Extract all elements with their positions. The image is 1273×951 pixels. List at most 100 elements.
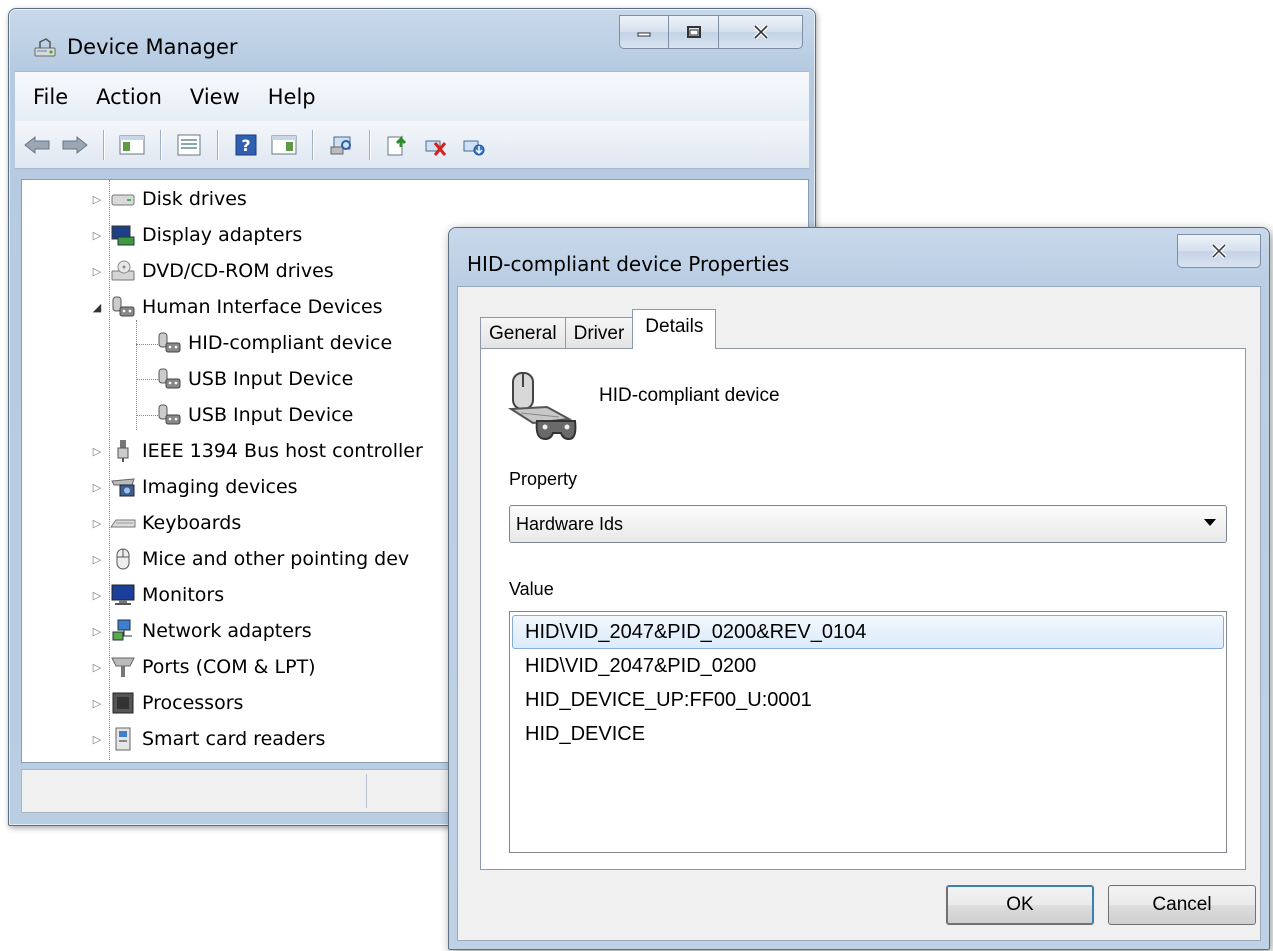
dvd-drive-icon — [111, 260, 135, 281]
toolbar-separator — [369, 129, 370, 160]
menu-file[interactable]: File — [19, 85, 82, 109]
dropdown-arrow-icon[interactable] — [1204, 519, 1216, 526]
tree-item-label: USB Input Device — [188, 404, 354, 426]
title-bar[interactable]: Device Manager — [9, 9, 815, 69]
toolbar-separator — [312, 129, 313, 160]
cancel-button[interactable]: Cancel — [1108, 885, 1256, 925]
close-icon — [753, 24, 768, 40]
hid-icon — [158, 332, 181, 353]
port-icon — [111, 657, 135, 677]
tree-item-disk-drives[interactable]: ▷ Disk drives — [90, 182, 247, 216]
tab-general[interactable]: General — [480, 317, 566, 349]
expand-arrow-icon[interactable]: ▷ — [90, 696, 104, 710]
uninstall-button[interactable] — [420, 129, 452, 161]
tree-item-label: Monitors — [142, 584, 225, 606]
tree-item-label: Smart card readers — [142, 728, 326, 750]
scan-hardware-button[interactable] — [325, 129, 357, 161]
tree-item-monitors[interactable]: ▷ Monitors — [90, 578, 224, 612]
back-icon — [24, 135, 50, 154]
expand-arrow-icon[interactable]: ▷ — [90, 228, 104, 242]
properties-icon — [177, 134, 201, 155]
tree-item-dvd-cd-rom-drives[interactable]: ▷ DVD/CD-ROM drives — [90, 254, 334, 288]
toolbar-separator — [217, 129, 218, 160]
enable-device-button[interactable] — [458, 129, 490, 161]
window-title: Device Manager — [67, 35, 238, 59]
processor-icon — [112, 692, 134, 714]
menu-help[interactable]: Help — [254, 85, 330, 109]
tree-item-usb-input-device[interactable]: USB Input Device — [156, 398, 353, 432]
property-dropdown[interactable]: Hardware Ids — [509, 505, 1227, 543]
svg-text:?: ? — [241, 136, 250, 155]
tree-item-mice-and-other-pointing-devices[interactable]: ▷ Mice and other pointing dev — [90, 542, 409, 576]
value-label: Value — [509, 579, 554, 599]
scan-hardware-icon — [330, 136, 351, 154]
ok-button[interactable]: OK — [946, 885, 1094, 925]
help-button[interactable]: ? — [230, 129, 262, 161]
tree-item-label: DVD/CD-ROM drives — [142, 260, 334, 282]
expand-arrow-icon[interactable]: ▷ — [90, 264, 104, 278]
show-hide-action-pane-icon — [271, 135, 297, 154]
value-list-item[interactable]: HID\VID_2047&PID_0200 — [512, 649, 1224, 683]
tree-item-label: HID-compliant device — [188, 332, 393, 354]
back-button[interactable] — [21, 129, 53, 161]
tree-item-label: Network adapters — [142, 620, 312, 642]
collapse-arrow-icon[interactable]: ◢ — [90, 300, 104, 314]
close-button[interactable] — [719, 15, 803, 49]
forward-button[interactable] — [59, 129, 91, 161]
menu-view[interactable]: View — [176, 85, 254, 109]
device-manager-app-icon — [34, 38, 56, 57]
dialog-close-button[interactable] — [1177, 234, 1261, 268]
tree-item-ieee-1394-bus-host-controllers[interactable]: ▷ IEEE 1394 Bus host controller — [90, 434, 423, 468]
expand-arrow-icon[interactable]: ▷ — [90, 516, 104, 530]
value-list-item[interactable]: HID\VID_2047&PID_0200&REV_0104 — [512, 615, 1224, 649]
hid-icon — [112, 296, 135, 317]
tree-item-display-adapters[interactable]: ▷ Display adapters — [90, 218, 303, 252]
uninstall-icon — [425, 140, 447, 156]
minimize-button[interactable] — [619, 15, 669, 49]
value-list-item[interactable]: HID_DEVICE_UP:FF00_U:0001 — [512, 683, 1224, 717]
update-driver-button[interactable] — [382, 129, 414, 161]
expand-arrow-icon[interactable]: ▷ — [90, 480, 104, 494]
tree-item-ports-com-lpt[interactable]: ▷ Ports (COM & LPT) — [90, 650, 316, 684]
maximize-button[interactable] — [669, 15, 719, 49]
expand-arrow-icon[interactable]: ▷ — [90, 444, 104, 458]
tree-item-label: Disk drives — [142, 188, 247, 210]
expand-arrow-icon[interactable]: ▷ — [90, 552, 104, 566]
tree-item-hid-compliant-device[interactable]: HID-compliant device — [156, 326, 392, 360]
tree-item-usb-input-device[interactable]: USB Input Device — [156, 362, 353, 396]
show-hide-console-tree-button[interactable] — [116, 129, 148, 161]
help-icon: ? — [235, 134, 257, 155]
dialog-body: General Driver Details HID-compliant dev… — [457, 286, 1261, 941]
expand-arrow-icon[interactable]: ▷ — [90, 624, 104, 638]
tree-item-human-interface-devices[interactable]: ◢ Human Interface Devices — [90, 290, 383, 324]
tab-details[interactable]: Details — [632, 309, 717, 349]
tab-driver[interactable]: Driver — [564, 317, 634, 349]
toolbar: ? — [15, 121, 809, 169]
expand-arrow-icon[interactable]: ▷ — [90, 660, 104, 674]
show-hide-action-pane-button[interactable] — [268, 129, 300, 161]
expand-arrow-icon[interactable]: ▷ — [90, 192, 104, 206]
forward-icon — [62, 135, 88, 154]
value-list[interactable]: HID\VID_2047&PID_0200&REV_0104 HID\VID_2… — [509, 611, 1227, 853]
tree-item-smart-card-readers[interactable]: ▷ Smart card readers — [90, 722, 325, 756]
menu-action[interactable]: Action — [82, 85, 176, 109]
toolbar-separator — [103, 129, 104, 160]
tree-item-keyboards[interactable]: ▷ Keyboards — [90, 506, 241, 540]
enable-device-icon — [463, 140, 485, 155]
tree-item-imaging-devices[interactable]: ▷ Imaging devices — [90, 470, 298, 504]
update-driver-icon — [387, 134, 407, 155]
properties-button[interactable] — [173, 129, 205, 161]
expand-arrow-icon[interactable]: ▷ — [90, 588, 104, 602]
imaging-icon — [111, 478, 135, 497]
tree-item-label: Processors — [142, 692, 244, 714]
properties-dialog: HID-compliant device Properties General … — [448, 227, 1270, 950]
toolbar-separator — [160, 129, 161, 160]
display-adapter-icon — [111, 225, 135, 246]
tree-item-label: Human Interface Devices — [142, 296, 383, 318]
hid-icon — [158, 404, 181, 425]
expand-arrow-icon[interactable]: ▷ — [90, 732, 104, 746]
tree-item-label: Ports (COM & LPT) — [142, 656, 316, 678]
tree-item-network-adapters[interactable]: ▷ Network adapters — [90, 614, 312, 648]
value-list-item[interactable]: HID_DEVICE — [512, 717, 1224, 751]
tree-item-processors[interactable]: ▷ Processors — [90, 686, 244, 720]
